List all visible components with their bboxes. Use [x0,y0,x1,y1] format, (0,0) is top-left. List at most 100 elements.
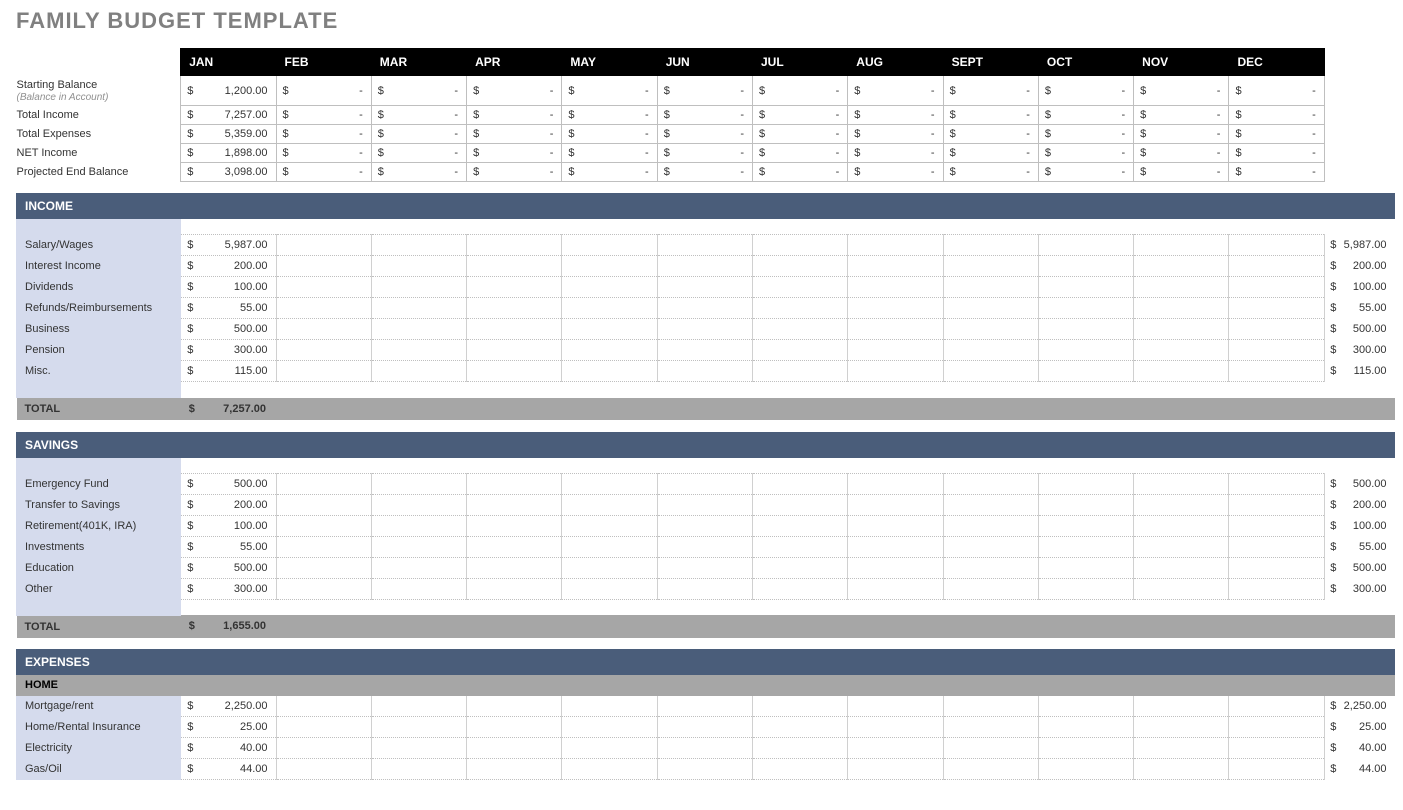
cell[interactable] [371,319,466,340]
cell[interactable] [943,759,1038,780]
cell[interactable] [562,340,657,361]
cell[interactable] [467,759,562,780]
cell[interactable] [1038,361,1133,382]
cell[interactable]: $- [1038,76,1133,106]
cell[interactable]: $- [562,163,657,182]
cell[interactable] [1038,256,1133,277]
cell[interactable] [1229,298,1324,319]
cell[interactable] [657,759,752,780]
cell[interactable]: $- [943,106,1038,125]
cell[interactable] [943,557,1038,578]
cell[interactable] [276,759,371,780]
cell[interactable] [752,494,847,515]
cell[interactable] [752,717,847,738]
cell[interactable] [1229,256,1324,277]
cell[interactable] [562,319,657,340]
cell[interactable] [943,578,1038,599]
cell[interactable] [848,515,943,536]
cell[interactable] [1038,494,1133,515]
cell[interactable] [1134,494,1229,515]
cell[interactable] [1229,473,1324,494]
cell[interactable]: $- [276,163,371,182]
cell[interactable] [752,557,847,578]
cell[interactable] [562,759,657,780]
cell[interactable] [752,759,847,780]
cell[interactable] [752,235,847,256]
cell[interactable] [848,578,943,599]
cell[interactable]: $- [1134,106,1229,125]
cell[interactable]: $7,257.00 [181,106,276,125]
cell[interactable] [848,235,943,256]
cell[interactable] [848,494,943,515]
cell[interactable] [276,277,371,298]
cell[interactable]: $- [1229,144,1324,163]
cell[interactable] [752,578,847,599]
cell[interactable] [371,473,466,494]
cell[interactable] [562,473,657,494]
cell[interactable] [371,738,466,759]
cell[interactable] [848,696,943,717]
cell[interactable] [752,738,847,759]
cell[interactable] [943,717,1038,738]
cell[interactable] [1229,738,1324,759]
cell[interactable] [657,277,752,298]
cell[interactable] [1038,319,1133,340]
cell[interactable] [562,298,657,319]
cell[interactable]: $- [1038,163,1133,182]
cell[interactable]: $200.00 [181,256,276,277]
cell[interactable] [752,361,847,382]
cell[interactable] [657,256,752,277]
cell[interactable]: $- [1134,76,1229,106]
cell[interactable] [657,557,752,578]
cell[interactable] [1038,696,1133,717]
cell[interactable]: $- [657,144,752,163]
cell[interactable] [848,277,943,298]
cell[interactable]: $55.00 [181,298,276,319]
cell[interactable] [562,494,657,515]
cell[interactable]: $- [562,106,657,125]
cell[interactable] [1134,473,1229,494]
cell[interactable]: $- [371,106,466,125]
cell[interactable] [371,578,466,599]
cell[interactable] [467,361,562,382]
cell[interactable] [562,738,657,759]
cell[interactable] [1038,717,1133,738]
cell[interactable] [1229,235,1324,256]
cell[interactable] [371,277,466,298]
cell[interactable] [657,361,752,382]
cell[interactable] [943,256,1038,277]
cell[interactable]: $- [562,125,657,144]
cell[interactable]: $- [371,76,466,106]
cell[interactable] [371,256,466,277]
cell[interactable]: $44.00 [181,759,276,780]
cell[interactable] [1134,557,1229,578]
cell[interactable] [752,473,847,494]
cell[interactable] [1229,277,1324,298]
cell[interactable] [1038,738,1133,759]
cell[interactable] [848,319,943,340]
cell[interactable]: $115.00 [181,361,276,382]
cell[interactable]: $- [752,144,847,163]
cell[interactable] [371,340,466,361]
cell[interactable] [1038,759,1133,780]
cell[interactable]: $- [1229,125,1324,144]
cell[interactable] [1229,515,1324,536]
cell[interactable] [1038,515,1133,536]
cell[interactable]: $- [1134,163,1229,182]
cell[interactable]: $55.00 [181,536,276,557]
cell[interactable] [276,298,371,319]
cell[interactable] [1134,235,1229,256]
cell[interactable] [1229,494,1324,515]
cell[interactable] [943,696,1038,717]
cell[interactable] [657,340,752,361]
cell[interactable]: $100.00 [181,277,276,298]
cell[interactable] [1134,536,1229,557]
cell[interactable]: $1,200.00 [181,76,276,106]
cell[interactable] [943,738,1038,759]
cell[interactable] [752,696,847,717]
cell[interactable] [943,515,1038,536]
cell[interactable] [562,515,657,536]
cell[interactable] [276,473,371,494]
cell[interactable]: $- [1134,144,1229,163]
cell[interactable] [943,536,1038,557]
